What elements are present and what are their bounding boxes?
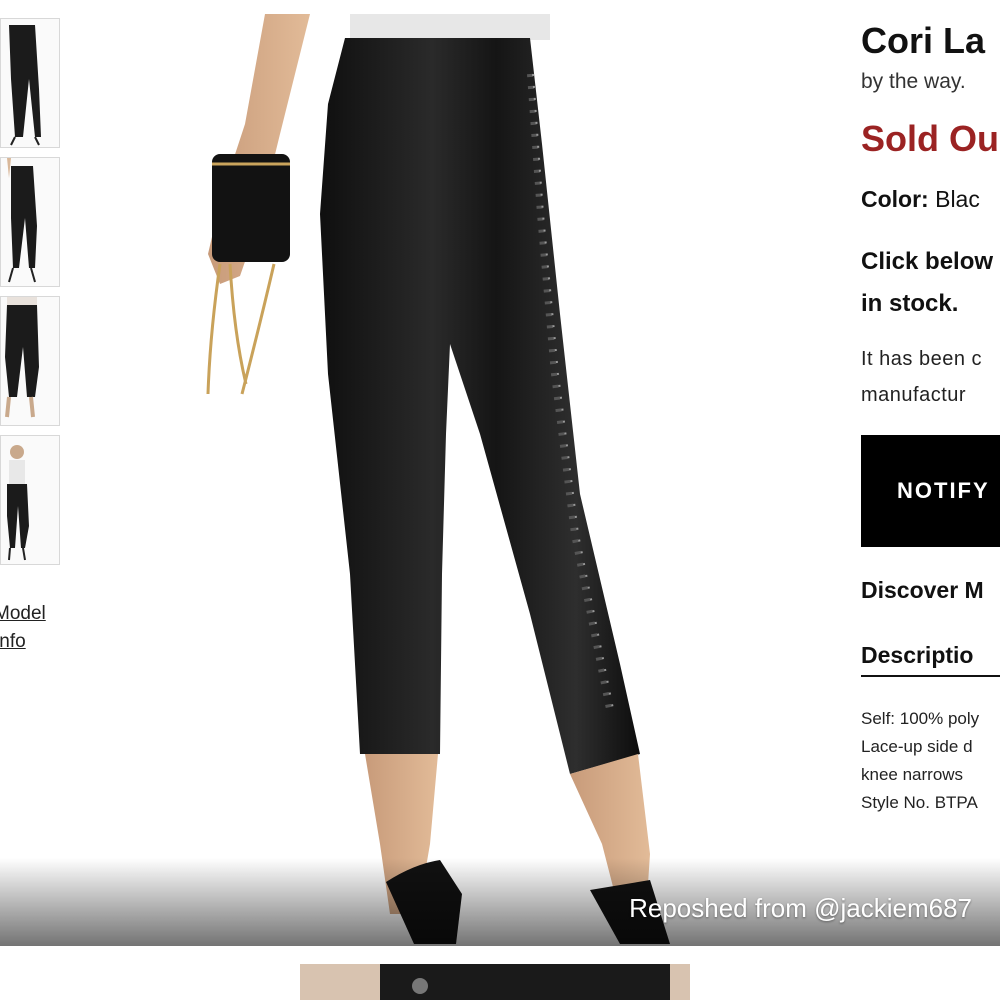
- click-below-line2: in stock.: [861, 290, 959, 317]
- discover-more-link[interactable]: Discover M: [861, 577, 1000, 604]
- restock-note-line2: manufactur: [861, 384, 967, 406]
- thumbnail-2-image: [7, 158, 37, 283]
- thumbnail-1[interactable]: [0, 18, 60, 148]
- notify-button[interactable]: NOTIFY: [861, 435, 1000, 547]
- color-value: Blac: [935, 186, 980, 212]
- description-line: knee narrows: [861, 765, 964, 784]
- next-image-preview: [0, 946, 1000, 1000]
- click-below-line1: Click below: [861, 248, 994, 275]
- model-info-line2: Info: [0, 631, 26, 652]
- color-label: Color:: [861, 186, 929, 212]
- thumbnail-3[interactable]: [0, 296, 60, 426]
- thumbnail-1-image: [9, 25, 41, 146]
- restock-note-line1: It has been c: [861, 348, 983, 370]
- next-image-crop: [300, 964, 690, 1000]
- thumbnail-gallery: [0, 18, 60, 574]
- description-tab[interactable]: Descriptio: [861, 642, 1000, 677]
- thumbnail-3-image: [5, 297, 39, 418]
- sold-out-status: Sold Ou: [861, 118, 999, 159]
- product-info-panel: Cori La by the way. Sold Ou Color: Blac …: [861, 18, 1000, 817]
- click-below-text: Click below in stock.: [861, 241, 1000, 325]
- description-line: Lace-up side d: [861, 737, 973, 756]
- thumbnail-2[interactable]: [0, 157, 60, 287]
- main-product-image: [150, 14, 710, 944]
- color-row: Color: Blac: [861, 186, 1000, 213]
- thumbnail-4-image: [7, 445, 29, 561]
- model-info-link[interactable]: Model Info: [0, 600, 46, 656]
- description-text: Self: 100% poly Lace-up side d knee narr…: [861, 705, 1000, 817]
- product-brand[interactable]: by the way.: [861, 70, 1000, 94]
- model-info-line1: Model: [0, 603, 46, 624]
- description-line: Style No. BTPA: [861, 793, 978, 812]
- description-line: Self: 100% poly: [861, 709, 980, 728]
- restock-note: It has been c manufactur: [861, 341, 1000, 413]
- product-title: Cori La: [861, 20, 986, 61]
- repost-caption: Reposhed from @jackiem687: [629, 893, 972, 923]
- product-photo: [206, 14, 670, 944]
- thumbnail-4[interactable]: [0, 435, 60, 565]
